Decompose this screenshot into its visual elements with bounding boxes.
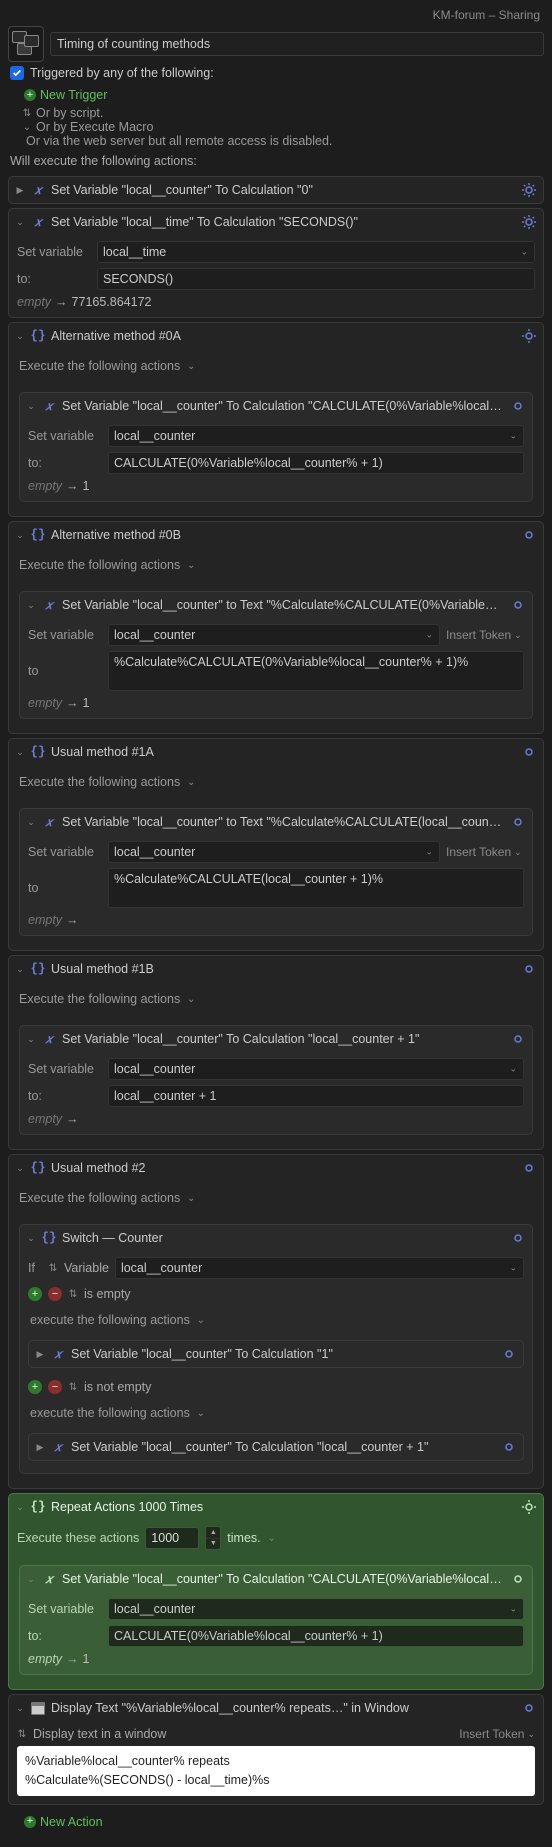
disclosure-right-icon[interactable]: ▶ xyxy=(15,185,25,196)
or-by-script[interactable]: Or by script. xyxy=(36,106,103,120)
value-field[interactable]: SECONDS() xyxy=(97,268,535,290)
gear-icon[interactable] xyxy=(521,961,537,977)
gear-icon[interactable] xyxy=(510,1031,526,1047)
group-usual-1b[interactable]: ⌄{}Usual method #1B Execute the followin… xyxy=(8,955,544,1150)
group-usual-2[interactable]: ⌄{}Usual method #2 Execute the following… xyxy=(8,1154,544,1489)
variable-select[interactable]: local__time⌄ xyxy=(97,241,535,263)
or-by-execute-macro[interactable]: Or by Execute Macro xyxy=(36,120,153,134)
macro-name-field[interactable]: Timing of counting methods xyxy=(50,32,544,56)
display-text-field[interactable]: %Variable%local__counter% repeats %Calcu… xyxy=(17,1746,535,1796)
will-execute-label: Will execute the following actions: xyxy=(8,148,544,172)
variable-select[interactable]: local__counter⌄ xyxy=(108,841,440,863)
triggered-checkbox[interactable] xyxy=(10,66,24,80)
result-preview: empty→1 xyxy=(28,1652,524,1666)
new-trigger-button[interactable]: +New Trigger xyxy=(10,88,107,102)
variable-select[interactable]: local__counter⌄ xyxy=(108,425,524,447)
variable-select[interactable]: local__counter⌄ xyxy=(108,1598,524,1620)
group-icon: {} xyxy=(31,329,45,343)
gear-icon[interactable] xyxy=(521,1160,537,1176)
insert-token-button[interactable]: Insert Token ⌄ xyxy=(446,845,522,859)
gear-icon[interactable] xyxy=(510,1571,526,1587)
repeat-count-field[interactable]: 1000 xyxy=(145,1527,199,1549)
gear-icon[interactable] xyxy=(501,1346,517,1362)
disclosure-down-icon[interactable]: ⌄ xyxy=(15,217,25,228)
insert-token-button[interactable]: Insert Token ⌄ xyxy=(446,628,522,642)
group-alt-0b[interactable]: ⌄{}Alternative method #0B Execute the fo… xyxy=(8,521,544,734)
or-via-web: Or via the web server but all remote acc… xyxy=(26,134,332,148)
result-preview: empty→ xyxy=(28,1112,524,1126)
group-usual-1a[interactable]: ⌄{}Usual method #1A Execute the followin… xyxy=(8,738,544,951)
value-field[interactable]: local__counter + 1 xyxy=(108,1085,524,1107)
triggered-label: Triggered by any of the following: xyxy=(30,66,214,80)
value-field[interactable]: CALCULATE(0%Variable%local__counter% + 1… xyxy=(108,452,524,474)
gear-icon[interactable] xyxy=(510,398,526,414)
result-preview: empty→77165.864172 xyxy=(17,295,535,309)
switch-variable-select[interactable]: local__counter⌄ xyxy=(115,1257,524,1279)
gear-icon[interactable] xyxy=(501,1439,517,1455)
gear-icon[interactable] xyxy=(521,744,537,760)
add-case-button[interactable]: + xyxy=(28,1380,42,1394)
macro-icon xyxy=(8,26,44,62)
calculation-icon: 𝑥 xyxy=(31,215,45,229)
chevron-down-icon: ⌄ xyxy=(22,122,32,133)
gear-icon[interactable] xyxy=(521,214,537,230)
gear-icon[interactable] xyxy=(521,1499,537,1515)
new-action-button[interactable]: +New Action xyxy=(10,1815,103,1829)
updown-icon: ⇅ xyxy=(22,108,32,119)
window-icon xyxy=(31,1701,45,1715)
variable-select[interactable]: local__counter⌄ xyxy=(108,1058,524,1080)
result-preview: empty→ xyxy=(28,913,524,927)
result-preview: empty→1 xyxy=(28,479,524,493)
action-set-time-seconds[interactable]: ⌄ 𝑥 Set Variable "local__time" To Calcul… xyxy=(8,208,544,318)
add-case-button[interactable]: + xyxy=(28,1287,42,1301)
calculation-icon: 𝑥 xyxy=(31,183,45,197)
remove-case-button[interactable]: − xyxy=(48,1380,62,1394)
gear-icon[interactable] xyxy=(510,1230,526,1246)
result-preview: empty→1 xyxy=(28,696,524,710)
repeat-stepper[interactable]: ▲▼ xyxy=(205,1526,221,1550)
gear-icon[interactable] xyxy=(510,597,526,613)
group-alt-0a[interactable]: ⌄{}Alternative method #0A Execute the fo… xyxy=(8,322,544,517)
action-display-text[interactable]: ⌄Display Text "%Variable%local__counter%… xyxy=(8,1694,544,1805)
gear-icon[interactable] xyxy=(521,182,537,198)
value-field[interactable]: %Calculate%CALCULATE(local__counter + 1)… xyxy=(108,868,524,908)
gear-icon[interactable] xyxy=(521,527,537,543)
value-field[interactable]: CALCULATE(0%Variable%local__counter% + 1… xyxy=(108,1625,524,1647)
value-field[interactable]: %Calculate%CALCULATE(0%Variable%local__c… xyxy=(108,651,524,691)
action-set-counter-zero[interactable]: ▶ 𝑥 Set Variable "local__counter" To Cal… xyxy=(8,176,544,204)
window-title: KM-forum – Sharing xyxy=(8,8,544,26)
remove-case-button[interactable]: − xyxy=(48,1287,62,1301)
variable-select[interactable]: local__counter⌄ xyxy=(108,624,440,646)
action-repeat[interactable]: ⌄{}Repeat Actions 1000 Times Execute the… xyxy=(8,1493,544,1690)
gear-icon[interactable] xyxy=(521,1700,537,1716)
insert-token-button[interactable]: Insert Token ⌄ xyxy=(459,1727,535,1741)
gear-icon[interactable] xyxy=(521,328,537,344)
gear-icon[interactable] xyxy=(510,814,526,830)
